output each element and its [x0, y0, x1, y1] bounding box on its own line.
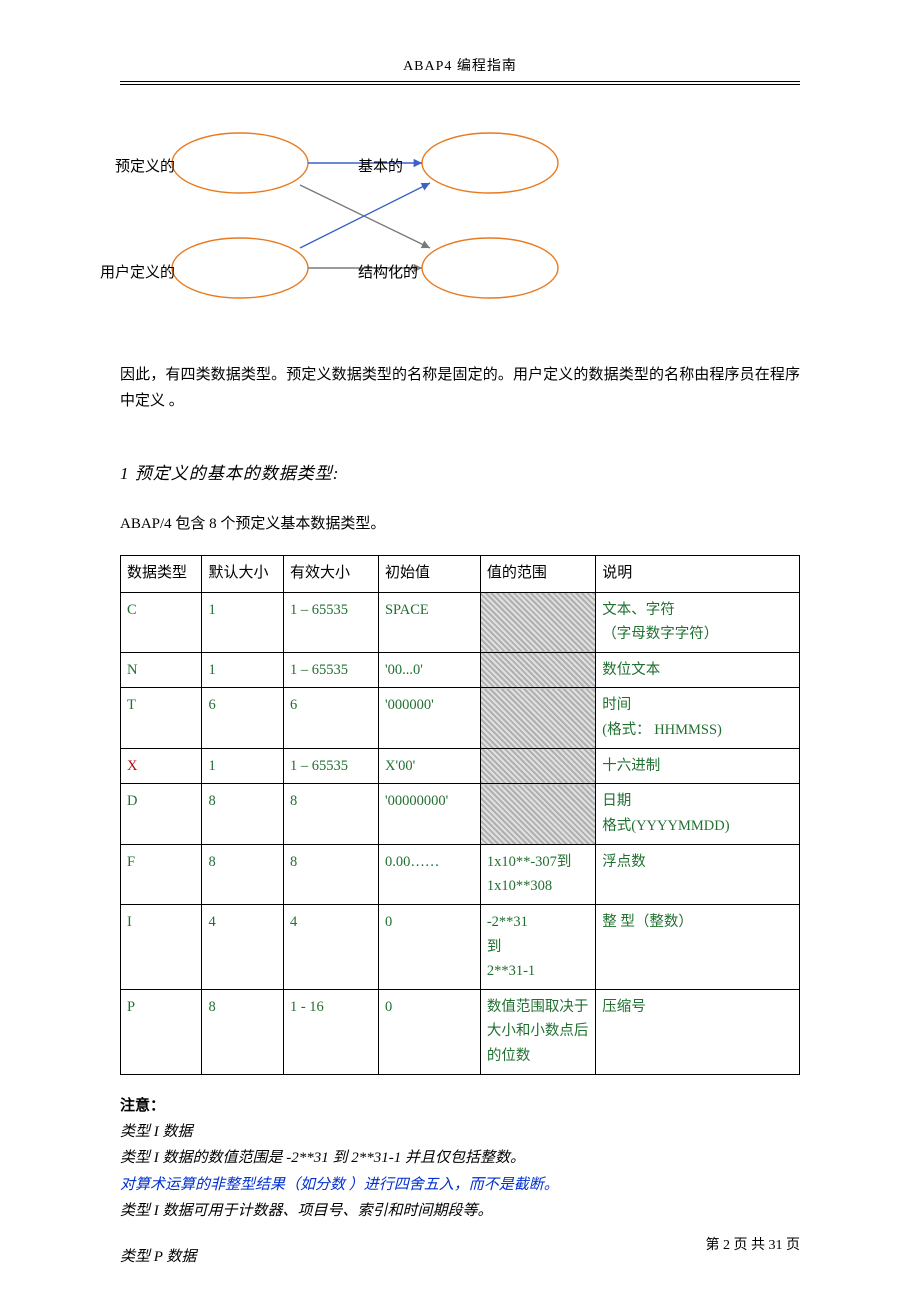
table-cell: 8: [202, 844, 283, 904]
notes-l1: 类型 I 数据: [120, 1119, 800, 1145]
table-cell: 1 – 65535: [283, 748, 378, 784]
table-cell: 1x10**-307到 1x10**308: [480, 844, 595, 904]
table-cell: 1 – 65535: [283, 592, 378, 652]
table-cell: N: [121, 652, 202, 688]
page-header-title: ABAP4 编程指南: [120, 55, 800, 82]
th-valid: 有效大小: [283, 556, 378, 593]
table-cell: [480, 652, 595, 688]
table-cell: 1: [202, 652, 283, 688]
table-cell: 0.00……: [378, 844, 480, 904]
th-type: 数据类型: [121, 556, 202, 593]
table-cell: 0: [378, 989, 480, 1074]
th-default: 默认大小: [202, 556, 283, 593]
th-range: 值的范围: [480, 556, 595, 593]
data-types-table: 数据类型 默认大小 有效大小 初始值 值的范围 说明 C11 – 65535SP…: [120, 555, 800, 1075]
table-cell: '00...0': [378, 652, 480, 688]
table-cell: 十六进制: [596, 748, 800, 784]
table-cell: 日期格式(YYYYMMDD): [596, 784, 800, 844]
type-diagram: 预定义的 基本的 用户定义的 结构化的: [110, 113, 800, 338]
th-init: 初始值: [378, 556, 480, 593]
table-row: D88'00000000'日期格式(YYYYMMDD): [121, 784, 800, 844]
table-cell: D: [121, 784, 202, 844]
label-predefined: 预定义的: [115, 155, 175, 176]
table-cell: '000000': [378, 688, 480, 748]
notes-l4: 类型 I 数据可用于计数器、项目号、索引和时间期段等。: [120, 1198, 800, 1224]
notes-l2: 类型 I 数据的数值范围是 -2**31 到 2**31-1 并且仅包括整数。: [120, 1145, 800, 1171]
table-cell: 数位文本: [596, 652, 800, 688]
table-cell: 8: [283, 844, 378, 904]
table-cell: 1: [202, 748, 283, 784]
table-cell: 4: [283, 904, 378, 989]
header-rule: [120, 84, 800, 85]
table-cell: 1: [202, 592, 283, 652]
table-cell: 浮点数: [596, 844, 800, 904]
table-cell: 整 型（整数）: [596, 904, 800, 989]
table-cell: 文本、字符（字母数字字符）: [596, 592, 800, 652]
table-row: X11 – 65535X'00' 十六进制: [121, 748, 800, 784]
table-cell: X'00': [378, 748, 480, 784]
table-cell: '00000000': [378, 784, 480, 844]
table-cell: [480, 784, 595, 844]
table-cell: [480, 688, 595, 748]
table-row: P81 - 160数值范围取决于大小和小数点后的位数压缩号: [121, 989, 800, 1074]
label-userdefined: 用户定义的: [100, 261, 175, 282]
table-cell: SPACE: [378, 592, 480, 652]
table-cell: 8: [202, 989, 283, 1074]
th-desc: 说明: [596, 556, 800, 593]
label-structured: 结构化的: [358, 261, 418, 282]
table-row: T66'000000'时间(格式： HHMMSS): [121, 688, 800, 748]
notes-heading: 注意：: [120, 1093, 800, 1119]
section-intro: ABAP/4 包含 8 个预定义基本数据类型。: [120, 512, 800, 533]
table-cell: F: [121, 844, 202, 904]
table-cell: 6: [202, 688, 283, 748]
table-row: F880.00……1x10**-307到 1x10**308浮点数: [121, 844, 800, 904]
label-basic: 基本的: [358, 155, 403, 176]
table-cell: 4: [202, 904, 283, 989]
section-1-title: 1 预定义的基本的数据类型:: [120, 459, 800, 484]
table-cell: 6: [283, 688, 378, 748]
table-cell: 压缩号: [596, 989, 800, 1074]
table-cell: P: [121, 989, 202, 1074]
table-cell: T: [121, 688, 202, 748]
table-cell: 8: [283, 784, 378, 844]
table-row: C11 – 65535SPACE 文本、字符（字母数字字符）: [121, 592, 800, 652]
table-cell: I: [121, 904, 202, 989]
table-cell: 1 – 65535: [283, 652, 378, 688]
table-row: N11 – 65535'00...0' 数位文本: [121, 652, 800, 688]
table-cell: C: [121, 592, 202, 652]
table-cell: [480, 592, 595, 652]
intro-paragraph: 因此，有四类数据类型。预定义数据类型的名称是固定的。用户定义的数据类型的名称由程…: [120, 363, 800, 414]
notes-l3: 对算术运算的非整型结果（如分数 ）进行四舍五入，而不是截断。: [120, 1172, 800, 1198]
page-footer: 第 2 页 共 31 页: [706, 1234, 801, 1254]
table-cell: 0: [378, 904, 480, 989]
table-cell: 数值范围取决于大小和小数点后的位数: [480, 989, 595, 1074]
notes-block: 注意： 类型 I 数据 类型 I 数据的数值范围是 -2**31 到 2**31…: [120, 1093, 800, 1271]
table-cell: 8: [202, 784, 283, 844]
table-row: I440-2**31到2**31-1整 型（整数）: [121, 904, 800, 989]
table-cell: 1 - 16: [283, 989, 378, 1074]
table-cell: -2**31到2**31-1: [480, 904, 595, 989]
table-cell: X: [121, 748, 202, 784]
table-cell: [480, 748, 595, 784]
notes-l5: 类型 P 数据: [120, 1244, 800, 1270]
table-cell: 时间(格式： HHMMSS): [596, 688, 800, 748]
